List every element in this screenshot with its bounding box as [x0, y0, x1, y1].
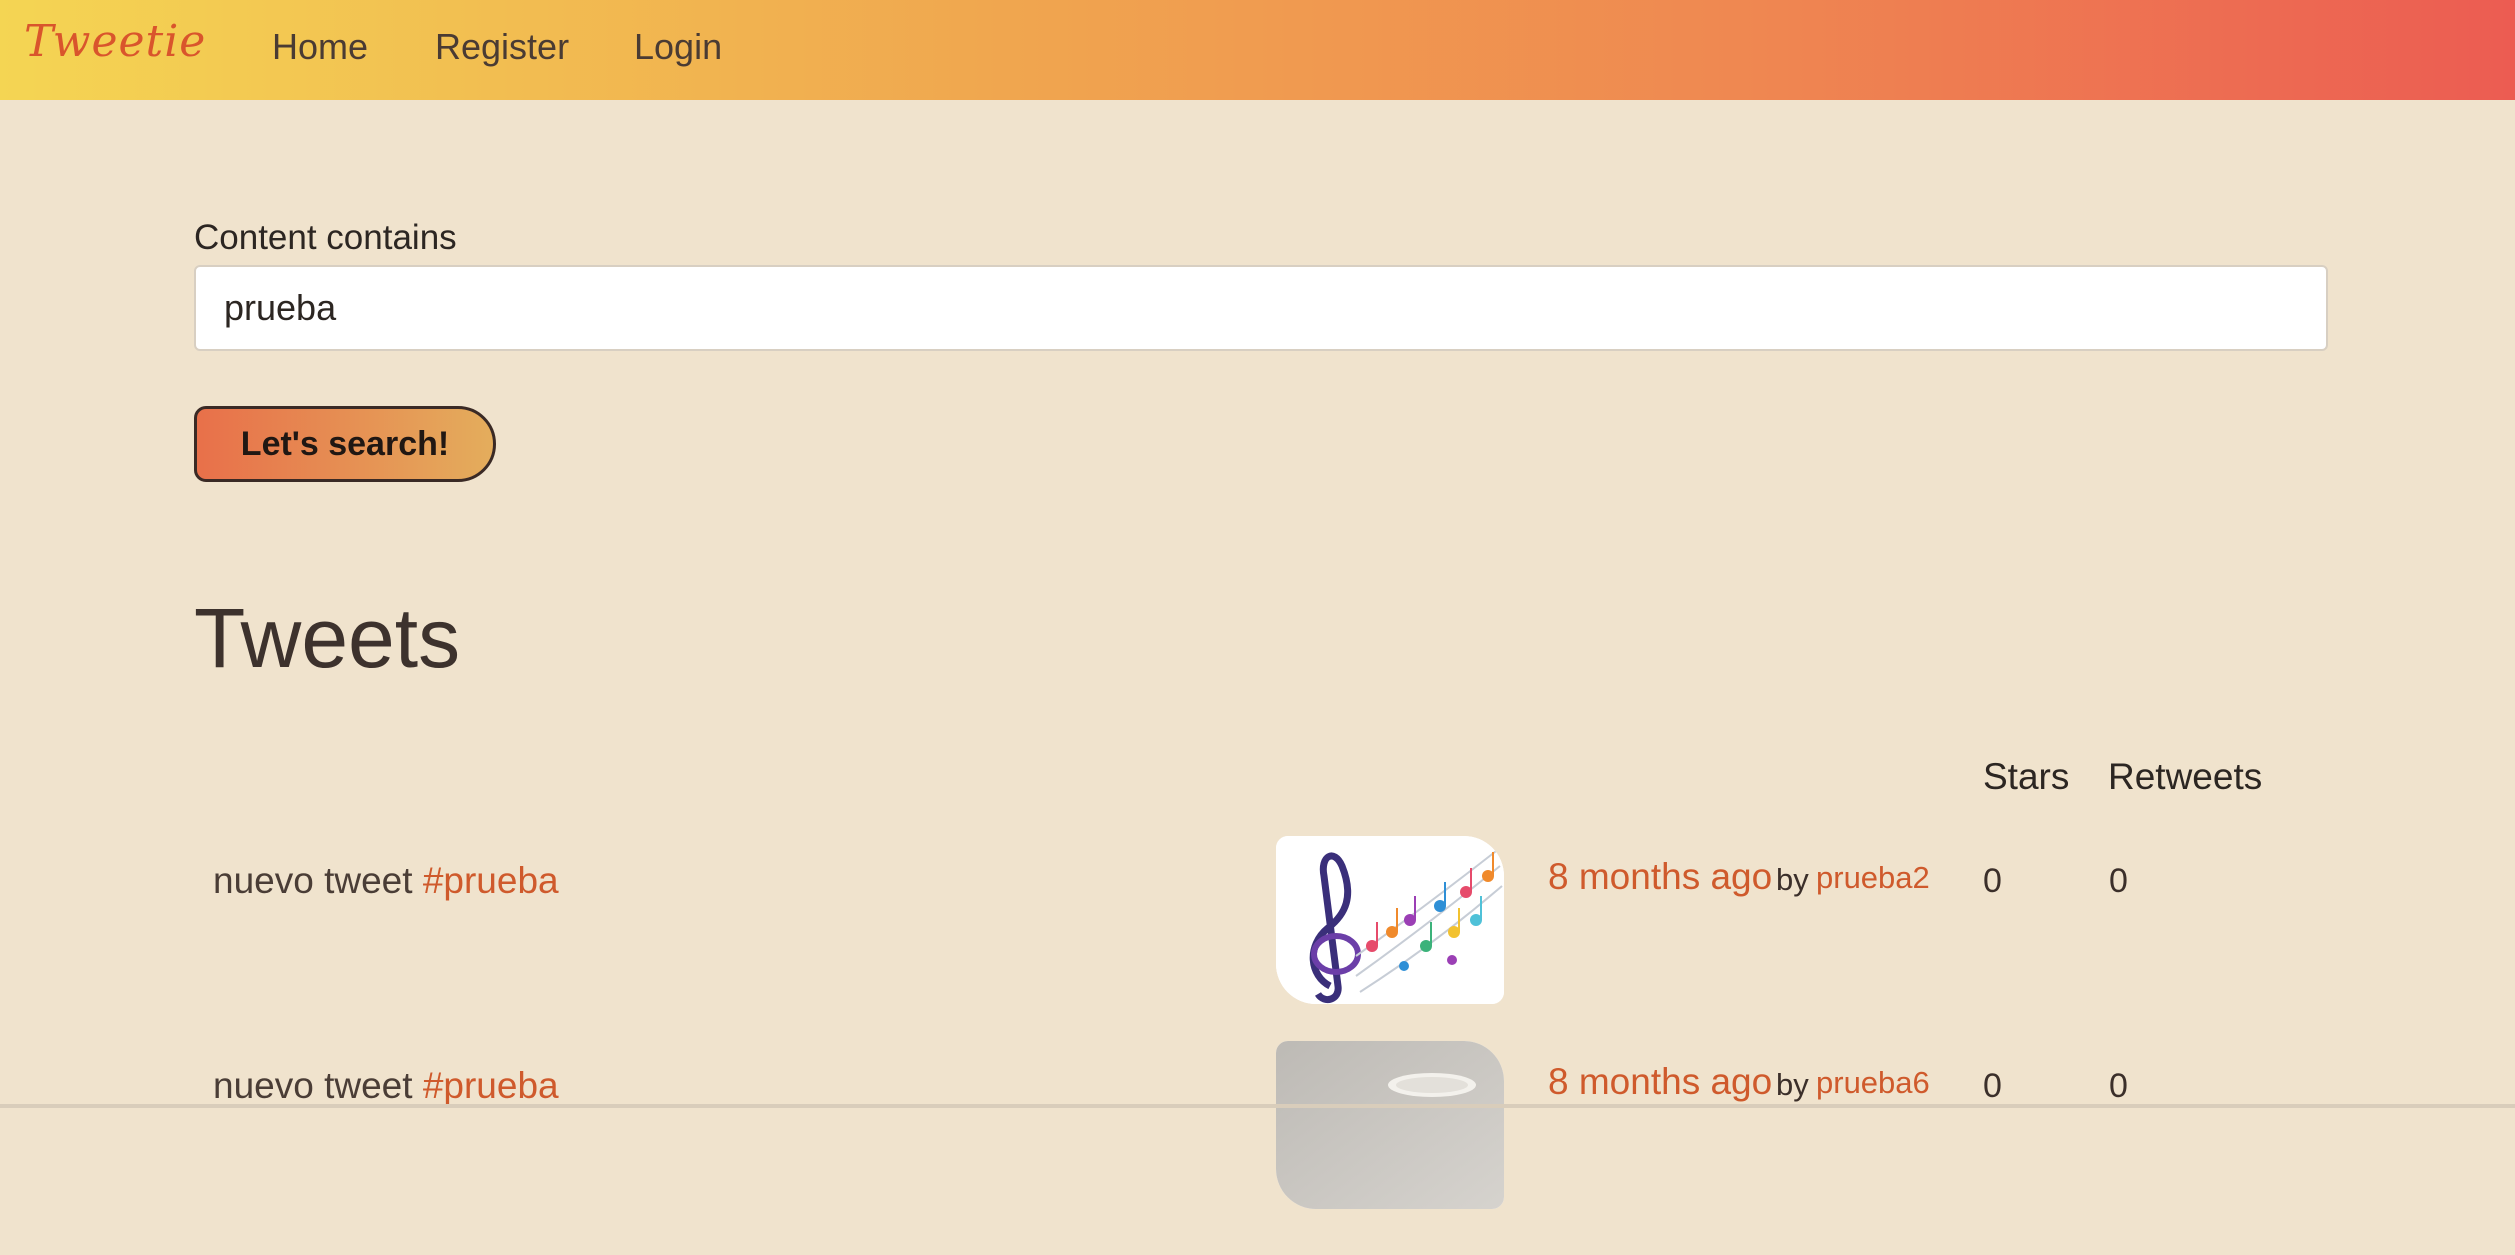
page-title: Tweets: [194, 591, 461, 685]
nav-register[interactable]: Register: [435, 26, 569, 68]
brand-logo[interactable]: Tweetie: [24, 16, 206, 67]
search-label: Content contains: [194, 218, 457, 257]
tweet-author-link[interactable]: prueba2: [1816, 860, 1930, 896]
column-header-stars: Stars: [1983, 756, 2070, 797]
by-label: by: [1776, 1067, 1809, 1102]
by-label: by: [1776, 862, 1809, 897]
retweets-count: 0: [2109, 1067, 2128, 1105]
search-button[interactable]: Let's search!: [194, 406, 496, 482]
hashtag-link[interactable]: #prueba: [423, 860, 559, 901]
retweets-count: 0: [2109, 862, 2128, 900]
tweet-text: nuevo tweet #prueba: [213, 860, 559, 902]
hashtag-link[interactable]: #prueba: [423, 1065, 559, 1106]
column-header-retweets: Retweets: [2108, 756, 2263, 797]
nav-login[interactable]: Login: [634, 26, 722, 68]
tweet-time-link[interactable]: 8 months ago: [1548, 856, 1772, 898]
tweet-row: nuevo tweet #prueba 8 months ago by prue…: [0, 836, 2515, 1050]
nav-home[interactable]: Home: [272, 26, 368, 68]
navbar: Tweetie Home Register Login: [0, 0, 2515, 100]
tweet-row: nuevo tweet #prueba 8 months ago by prue…: [0, 1041, 2515, 1255]
page-bottom-edge: [0, 1104, 2515, 1108]
tweet-content: nuevo tweet: [213, 860, 413, 901]
music-notes-image[interactable]: [1276, 836, 1504, 1004]
search-input[interactable]: [194, 265, 2328, 351]
tweet-time-link[interactable]: 8 months ago: [1548, 1061, 1772, 1103]
mug-image[interactable]: [1276, 1041, 1504, 1209]
stars-count: 0: [1983, 1067, 2002, 1105]
tweet-content: nuevo tweet: [213, 1065, 413, 1106]
tweet-text: nuevo tweet #prueba: [213, 1065, 559, 1107]
tweet-author-link[interactable]: prueba6: [1816, 1065, 1930, 1101]
stars-count: 0: [1983, 862, 2002, 900]
